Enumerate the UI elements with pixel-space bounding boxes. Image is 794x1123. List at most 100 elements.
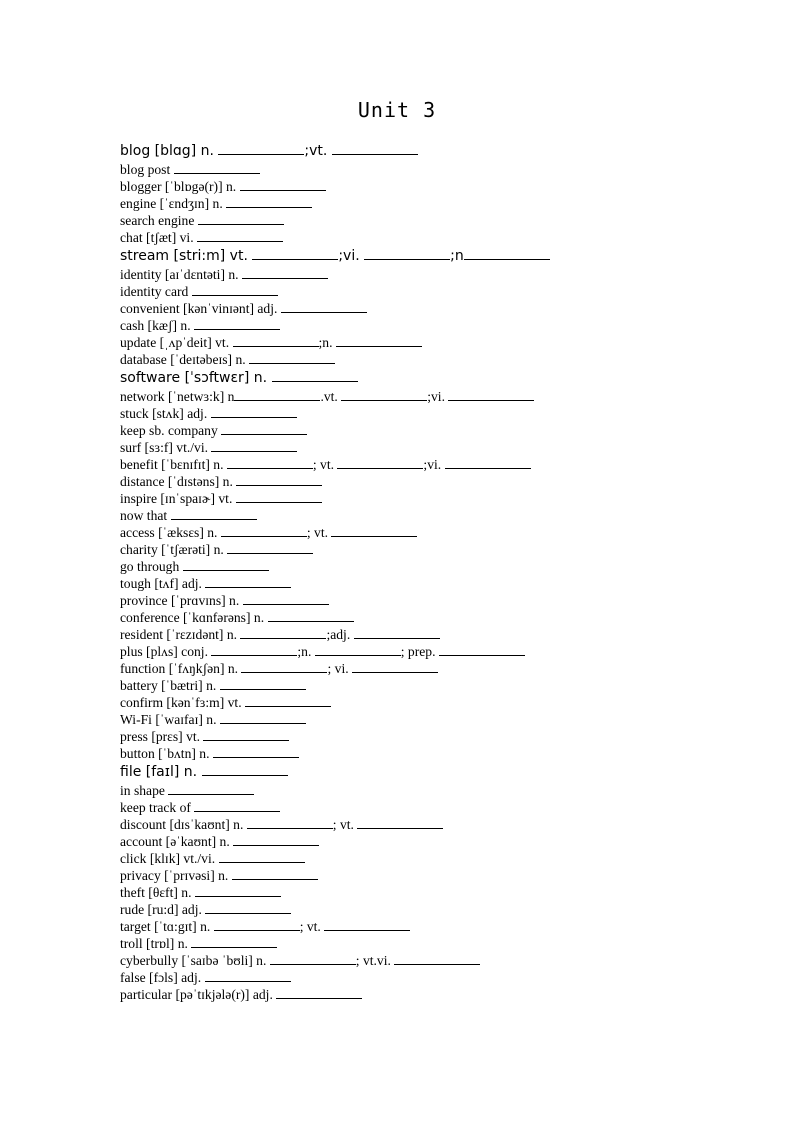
vocab-entry: identity card [120, 283, 550, 300]
answer-blank[interactable] [353, 626, 440, 639]
vocab-term: stream [stri:m] vt. [120, 248, 253, 264]
answer-blank[interactable] [218, 850, 305, 863]
vocab-term: blog [blɑg] n. [120, 143, 219, 159]
answer-blank[interactable] [314, 643, 401, 656]
answer-blank[interactable] [203, 728, 290, 741]
answer-blank[interactable] [276, 986, 363, 999]
answer-blank[interactable] [235, 490, 322, 503]
vocab-term: blog post [120, 162, 174, 177]
answer-blank[interactable] [219, 711, 306, 724]
answer-blank[interactable] [219, 677, 306, 690]
answer-blank[interactable] [221, 422, 308, 435]
answer-blank[interactable] [271, 369, 358, 382]
vocab-term: particular [pəˈtɪkjələ(r)] adj. [120, 987, 277, 1002]
vocab-entry: stream [stri:m] vt. ;vi. ;n [120, 246, 550, 266]
vocab-entry: stuck [stʌk] adj. [120, 405, 550, 422]
answer-blank[interactable] [269, 952, 356, 965]
vocab-term: engine [ˈɛndʒɪn] n. [120, 196, 227, 211]
answer-blank[interactable] [240, 626, 327, 639]
vocab-entry: battery [ˈbætri] n. [120, 677, 550, 694]
vocab-entry: now that [120, 507, 550, 524]
vocab-term: convenient [kənˈvinɪənt] adj. [120, 301, 281, 316]
vocab-entry: blogger [ˈblɒgə(r)] n. [120, 178, 550, 195]
vocab-entry: click [klɪk] vt./vi. [120, 850, 550, 867]
answer-blank[interactable] [194, 884, 281, 897]
answer-blank[interactable] [226, 195, 313, 208]
answer-blank[interactable] [341, 388, 428, 401]
answer-blank[interactable] [205, 575, 292, 588]
answer-blank[interactable] [211, 439, 298, 452]
part-of-speech-label: ;adj. [326, 627, 354, 642]
part-of-speech-label: ;n. [297, 644, 315, 659]
vocab-term: target [ˈtɑ:gɪt] n. [120, 919, 214, 934]
answer-blank[interactable] [227, 541, 314, 554]
answer-blank[interactable] [173, 161, 260, 174]
answer-blank[interactable] [357, 816, 444, 829]
answer-blank[interactable] [197, 212, 284, 225]
answer-blank[interactable] [249, 351, 336, 364]
answer-blank[interactable] [211, 643, 298, 656]
vocab-entry: file [faɪl] n. [120, 762, 550, 782]
vocab-entry: function [ˈfʌŋkʃən] n. ; vi. [120, 660, 550, 677]
answer-blank[interactable] [245, 694, 331, 707]
answer-blank[interactable] [220, 524, 307, 537]
answer-blank[interactable] [331, 142, 418, 155]
vocab-entry: inspire [ɪnˈspaɪɚ] vt. [120, 490, 550, 507]
answer-blank[interactable] [364, 247, 451, 260]
answer-blank[interactable] [168, 782, 255, 795]
answer-blank[interactable] [197, 229, 284, 242]
vocab-entry: software [ˈsɔftwɛr] n. [120, 368, 550, 388]
vocab-entry: plus [plʌs] conj. ;n. ; prep. [120, 643, 550, 660]
answer-blank[interactable] [337, 456, 424, 469]
answer-blank[interactable] [210, 405, 297, 418]
answer-blank[interactable] [236, 473, 323, 486]
answer-blank[interactable] [212, 745, 299, 758]
answer-blank[interactable] [194, 799, 281, 812]
vocab-entry: go through [120, 558, 550, 575]
answer-blank[interactable] [448, 388, 535, 401]
answer-blank[interactable] [234, 388, 321, 401]
vocab-term: go through [120, 559, 183, 574]
answer-blank[interactable] [335, 334, 422, 347]
answer-blank[interactable] [324, 918, 411, 931]
answer-blank[interactable] [213, 918, 300, 931]
answer-blank[interactable] [218, 142, 305, 155]
answer-blank[interactable] [331, 524, 418, 537]
answer-blank[interactable] [241, 660, 328, 673]
answer-blank[interactable] [201, 763, 288, 776]
answer-blank[interactable] [394, 952, 481, 965]
part-of-speech-label: ; vt. [332, 817, 358, 832]
answer-blank[interactable] [194, 317, 280, 330]
answer-blank[interactable] [170, 507, 257, 520]
answer-blank[interactable] [205, 901, 292, 914]
answer-blank[interactable] [239, 178, 326, 191]
answer-blank[interactable] [246, 816, 333, 829]
answer-blank[interactable] [204, 969, 291, 982]
answer-blank[interactable] [232, 334, 319, 347]
answer-blank[interactable] [438, 643, 525, 656]
answer-blank[interactable] [226, 456, 313, 469]
answer-blank[interactable] [191, 935, 278, 948]
answer-blank[interactable] [352, 660, 439, 673]
answer-blank[interactable] [463, 247, 550, 260]
answer-blank[interactable] [241, 266, 328, 279]
answer-blank[interactable] [233, 833, 320, 846]
answer-blank[interactable] [231, 867, 318, 880]
answer-blank[interactable] [182, 558, 269, 571]
answer-blank[interactable] [280, 300, 367, 313]
answer-blank[interactable] [242, 592, 329, 605]
vocab-entry: keep track of [120, 799, 550, 816]
vocab-term: identity [aɪˈdɛntəti] n. [120, 267, 242, 282]
vocab-entry: chat [tʃæt] vi. [120, 229, 550, 246]
answer-blank[interactable] [191, 283, 278, 296]
answer-blank[interactable] [444, 456, 531, 469]
vocab-entry: theft [θɛft] n. [120, 884, 550, 901]
part-of-speech-label: .vt. [320, 389, 342, 404]
vocab-term: conference [ˈkɑnfərəns] n. [120, 610, 268, 625]
answer-blank[interactable] [252, 247, 339, 260]
answer-blank[interactable] [267, 609, 354, 622]
vocab-entry: resident [ˈrɛzɪdənt] n. ;adj. [120, 626, 550, 643]
page-title: Unit 3 [357, 98, 437, 122]
vocab-term: benefit [ˈbɛnɪfɪt] n. [120, 457, 227, 472]
vocab-term: battery [ˈbætri] n. [120, 678, 220, 693]
